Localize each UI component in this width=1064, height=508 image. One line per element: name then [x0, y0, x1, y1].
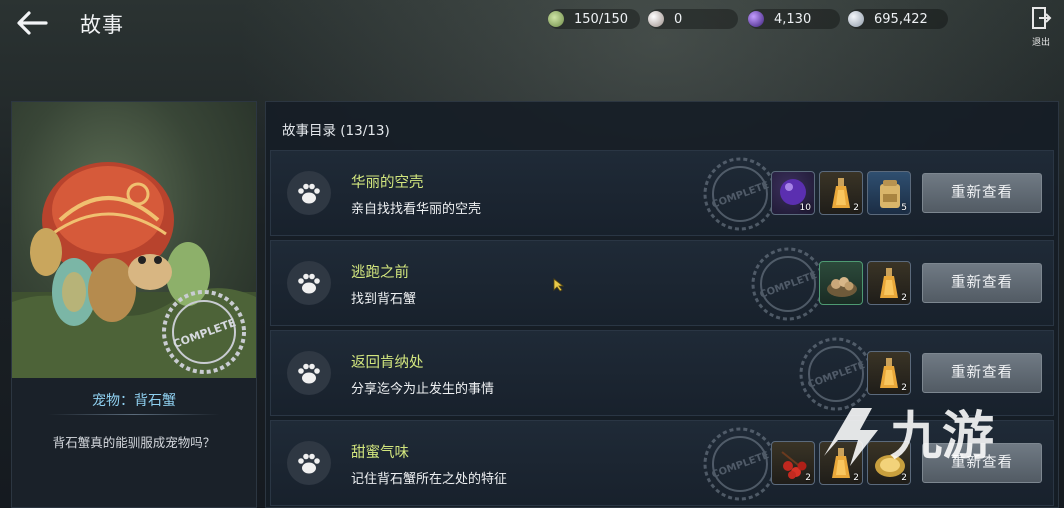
back-button[interactable] — [14, 8, 50, 38]
story-title: 逃跑之前 — [351, 265, 409, 281]
story-row[interactable]: 逃跑之前 找到背石蟹 COMPLETE 2 重新查看 — [270, 240, 1054, 326]
food-bowl-icon — [827, 277, 857, 297]
story-title: 返回肯纳处 — [351, 355, 424, 371]
story-description: 分享迄今为止发生的事情 — [351, 382, 495, 397]
complete-stamp-icon: COMPLETE — [162, 290, 246, 374]
reward-count: 2 — [805, 473, 811, 483]
pearl-icon — [648, 11, 664, 27]
currency-pearl: 0 — [648, 8, 738, 30]
complete-stamp-text: COMPLETE — [758, 270, 818, 301]
pet-complete-stamp-text: COMPLETE — [171, 316, 237, 351]
complete-stamp-text: COMPLETE — [710, 180, 770, 211]
complete-stamp-icon: COMPLETE — [703, 157, 777, 231]
watermark: 九游 — [816, 396, 1028, 470]
purple-orb-value: 4,130 — [774, 11, 812, 27]
complete-stamp-icon: COMPLETE — [703, 427, 777, 501]
story-description: 记住背石蟹所在之处的特征 — [351, 472, 508, 487]
paw-icon — [287, 351, 331, 395]
watermark-text: 九游 — [890, 407, 994, 467]
reward-count: 2 — [901, 383, 907, 393]
review-again-button[interactable]: 重新查看 — [922, 353, 1042, 393]
pet-name: 宠物：背石蟹 — [92, 393, 176, 409]
page-title: 故事 — [80, 13, 124, 37]
reward-slot[interactable]: 2 — [867, 261, 911, 305]
review-again-button[interactable]: 重新查看 — [922, 173, 1042, 213]
complete-stamp-text: COMPLETE — [710, 450, 770, 481]
story-row[interactable]: 华丽的空壳 亲自找找看华丽的空壳 COMPLETE 10 2 5 重新查看 — [270, 150, 1054, 236]
mouse-cursor-icon — [553, 278, 565, 292]
top-bar: 故事 150/150 0 4,130 695,422 退出 — [0, 0, 1064, 48]
complete-stamp-icon: COMPLETE — [751, 247, 825, 321]
currency-silver: 695,422 — [848, 8, 948, 30]
reward-slot[interactable]: 10 — [771, 171, 815, 215]
pet-panel: COMPLETE 宠物：背石蟹 背石蟹真的能驯服成宠物吗？ — [11, 101, 257, 508]
purple-orb-icon — [748, 11, 764, 27]
currency-purple-orb: 4,130 — [748, 8, 840, 30]
reward-count: 2 — [901, 473, 907, 483]
reward-count: 2 — [853, 203, 859, 213]
energy-value: 150/150 — [574, 11, 629, 27]
paw-icon — [287, 441, 331, 485]
review-again-button[interactable]: 重新查看 — [922, 263, 1042, 303]
arrow-left-icon — [17, 11, 48, 35]
reward-count: 10 — [799, 203, 811, 213]
reward-slot[interactable]: 2 — [819, 171, 863, 215]
exit-button[interactable]: 退出 — [1024, 6, 1058, 48]
currency-energy: 150/150 — [548, 8, 640, 30]
story-description: 找到背石蟹 — [351, 292, 417, 307]
reward-count: 5 — [901, 203, 907, 213]
reward-slot[interactable]: 5 — [867, 171, 911, 215]
pearl-value: 0 — [674, 11, 683, 27]
divider — [48, 414, 220, 415]
reward-slot[interactable] — [819, 261, 863, 305]
paw-icon — [287, 171, 331, 215]
reward-count: 2 — [901, 293, 907, 303]
reward-slot[interactable]: 2 — [867, 351, 911, 395]
story-description: 亲自找找看华丽的空壳 — [351, 202, 482, 217]
pet-description: 背石蟹真的能驯服成宠物吗？ — [52, 435, 216, 450]
story-title: 甜蜜气味 — [351, 445, 409, 461]
paw-icon — [287, 261, 331, 305]
pet-artwork: COMPLETE — [12, 102, 256, 378]
reward-count: 2 — [853, 473, 859, 483]
story-title: 华丽的空壳 — [351, 175, 424, 191]
story-list-header: 故事目录 (13/13) — [282, 123, 390, 139]
reward-slot[interactable]: 2 — [771, 441, 815, 485]
energy-icon — [548, 11, 564, 27]
complete-stamp-text: COMPLETE — [806, 360, 866, 391]
silver-value: 695,422 — [874, 11, 928, 27]
exit-label: 退出 — [1031, 38, 1050, 48]
exit-door-icon — [1032, 7, 1052, 29]
watermark-logo-icon: 九游 — [824, 407, 994, 467]
silver-coin-icon — [848, 11, 864, 27]
